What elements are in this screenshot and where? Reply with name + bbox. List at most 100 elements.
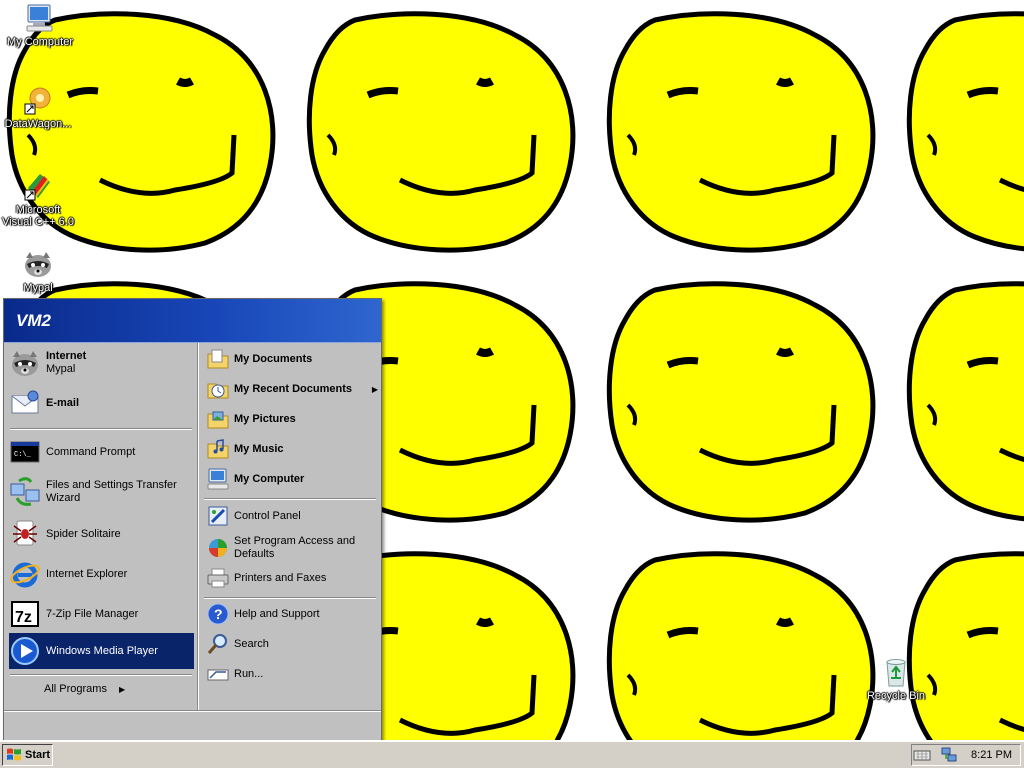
email-icon	[11, 390, 39, 414]
internet-explorer-icon	[10, 562, 40, 588]
clock[interactable]: 8:21 PM	[971, 749, 1012, 761]
all-programs-label: All Programs	[44, 683, 107, 695]
printers-icon	[207, 568, 229, 588]
smiley-face	[306, 11, 576, 253]
program-access-icon	[209, 539, 227, 557]
smiley-eye	[176, 77, 194, 87]
setting-label: Control Panel	[234, 509, 301, 522]
setting-program-access[interactable]: Set Program Access and Defaults	[206, 533, 378, 563]
smiley-face	[906, 11, 1024, 252]
smiley-face	[606, 11, 876, 253]
place-my-music[interactable]: My Music	[206, 436, 378, 462]
my-documents-icon	[207, 349, 229, 369]
svg-text:7z: 7z	[15, 609, 32, 626]
help-and-support[interactable]: ? Help and Support	[206, 601, 378, 627]
recent-7zip[interactable]: 7z 7-Zip File Manager	[9, 597, 194, 631]
setting-control-panel[interactable]: Control Panel	[206, 503, 378, 529]
start-menu-header: VM2	[4, 299, 381, 343]
place-my-pictures[interactable]: My Pictures	[206, 406, 378, 432]
all-programs-button[interactable]: All Programs ▶	[44, 683, 125, 695]
desktop-icon-recycle-bin[interactable]: Recycle Bin	[858, 656, 934, 702]
search-icon	[207, 634, 227, 654]
run[interactable]: Run...	[206, 661, 378, 687]
network-icon[interactable]	[941, 747, 957, 763]
smiley-head	[906, 11, 1024, 252]
pinned-subtitle: Mypal	[46, 363, 76, 375]
smiley-eye	[476, 617, 494, 627]
pinned-email[interactable]: E-mail	[9, 386, 194, 420]
transfer-wizard-icon	[10, 477, 40, 506]
user-name: VM2	[16, 310, 51, 330]
smiley-head	[306, 11, 576, 253]
pinned-internet-text: Internet Mypal	[46, 350, 86, 376]
recent-documents-icon	[207, 383, 229, 399]
desktop-icon-my-computer[interactable]: My Computer	[2, 2, 78, 48]
desktop-icon-visual-cpp[interactable]: Microsoft Visual C++ 6.0	[0, 170, 76, 228]
taskbar: Start 8:21 PM	[0, 740, 1024, 768]
computer-icon	[26, 4, 53, 32]
windows-logo-icon	[7, 748, 21, 761]
place-label: My Pictures	[234, 412, 296, 425]
desktop-icon-label: DataWagon...	[4, 118, 72, 130]
recycle-bin-icon	[886, 659, 906, 687]
start-menu-body: Internet Mypal E-mail C:\_ Command Promp…	[4, 343, 381, 710]
setting-label: Set Program Access and Defaults	[234, 535, 356, 560]
desktop-icon-datawagon[interactable]: DataWagon...	[0, 84, 76, 130]
system-tray: 8:21 PM	[911, 744, 1021, 766]
recent-label: Command Prompt	[46, 445, 136, 458]
place-label: My Music	[234, 442, 284, 455]
desktop-icon-label: Mypal	[23, 282, 53, 294]
smiley-head	[606, 281, 876, 523]
arrow-right-icon: ▶	[118, 684, 126, 694]
mypal-icon	[12, 351, 38, 376]
recent-transfer-wizard[interactable]: Files and Settings Transfer Wizard	[9, 475, 194, 509]
recent-label: 7-Zip File Manager	[46, 607, 139, 620]
setting-printers-faxes[interactable]: Printers and Faxes	[206, 565, 378, 591]
smiley-head	[906, 551, 1024, 740]
recent-label: Files and Settings Transfer Wizard	[46, 479, 177, 504]
recent-windows-media-player[interactable]: Windows Media Player	[9, 633, 194, 669]
pinned-internet[interactable]: Internet Mypal	[9, 346, 194, 380]
my-music-icon	[207, 439, 229, 459]
smiley-face	[906, 551, 1024, 740]
recent-command-prompt[interactable]: C:\_ Command Prompt	[9, 435, 194, 469]
smiley-face	[606, 281, 876, 523]
place-label: My Computer	[234, 472, 305, 485]
start-menu-separator	[204, 597, 376, 599]
recent-label: Windows Media Player	[46, 644, 158, 657]
place-label: My Documents	[234, 352, 313, 365]
desktop-icon-label: My Computer	[6, 36, 74, 48]
smiley-eye	[476, 347, 494, 357]
svg-text:C:\_: C:\_	[14, 451, 32, 459]
start-menu-places-column: My Documents My Recent Documents ▶ My Pi…	[197, 343, 381, 710]
start-menu-footer	[4, 710, 381, 740]
smiley-eye	[776, 77, 794, 87]
recent-label: Internet Explorer	[46, 567, 128, 580]
mypal-raccoon-icon	[25, 252, 51, 277]
place-my-documents[interactable]: My Documents	[206, 346, 378, 372]
desktop-icon-label: Microsoft Visual C++ 6.0	[2, 204, 74, 228]
search[interactable]: Search	[206, 631, 378, 657]
start-menu-programs-column: Internet Mypal E-mail C:\_ Command Promp…	[4, 343, 196, 710]
pinned-title: Internet	[46, 350, 87, 362]
setting-label: Printers and Faxes	[234, 571, 327, 584]
media-player-icon	[11, 637, 39, 665]
recent-spider-solitaire[interactable]: Spider Solitaire	[9, 517, 194, 551]
smiley-eye	[776, 617, 794, 627]
start-button[interactable]: Start	[2, 744, 53, 766]
smiley-face	[606, 551, 876, 740]
command-prompt-icon: C:\_	[10, 441, 40, 463]
recent-internet-explorer[interactable]: Internet Explorer	[9, 557, 194, 591]
place-label: My Recent Documents	[234, 382, 352, 395]
run-icon	[207, 669, 229, 681]
place-my-computer[interactable]: My Computer	[206, 466, 378, 492]
smiley-head	[606, 11, 876, 253]
recent-label: Spider Solitaire	[46, 527, 121, 540]
visual-cpp-icon	[24, 174, 50, 201]
desktop-icon-mypal[interactable]: Mypal	[0, 248, 76, 294]
start-menu-separator	[204, 498, 376, 500]
help-label: Search	[234, 637, 269, 650]
smiley-eye	[776, 347, 794, 357]
place-my-recent-documents[interactable]: My Recent Documents ▶	[206, 376, 378, 402]
smiley-face	[906, 281, 1024, 522]
